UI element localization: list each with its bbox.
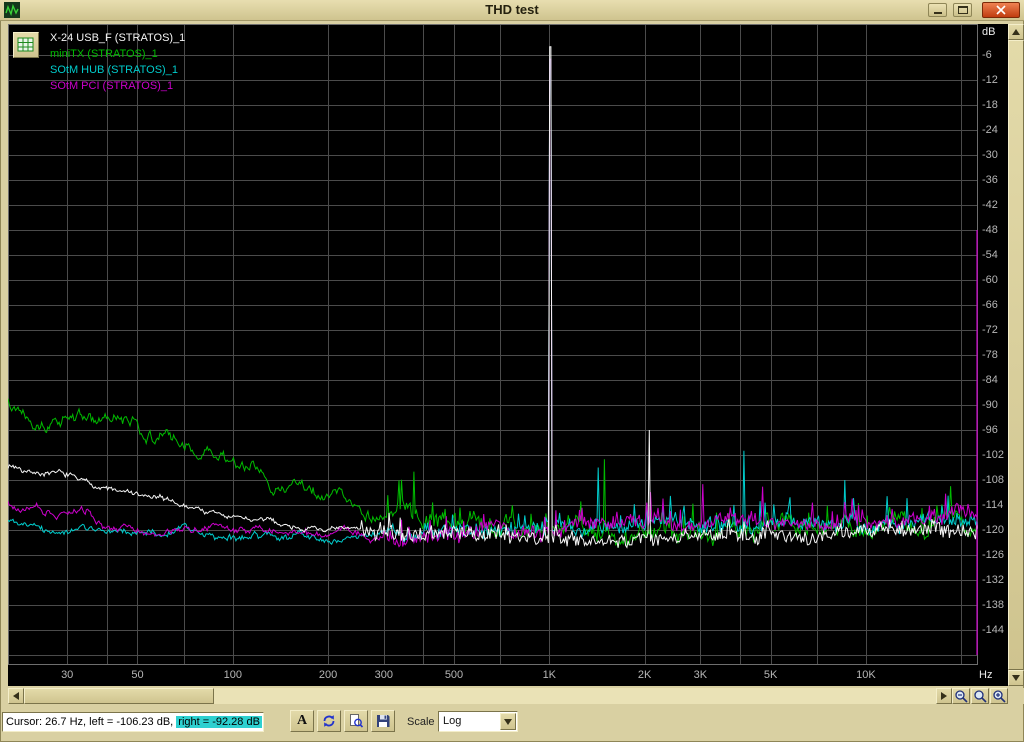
vertical-scroll-thumb[interactable] [1008, 40, 1024, 670]
magnifier-document-icon [348, 713, 364, 729]
y-tick-label: -84 [982, 374, 998, 386]
font-button[interactable]: A [290, 710, 314, 732]
maximize-button[interactable] [953, 3, 972, 17]
y-tick-label: -60 [982, 274, 998, 286]
y-tick-label: -144 [982, 624, 1004, 636]
zoom-reset-button[interactable] [971, 688, 989, 704]
x-tick-label: 300 [364, 669, 404, 681]
refresh-icon [321, 713, 337, 729]
chevron-down-icon[interactable] [500, 713, 516, 730]
minimize-button[interactable] [928, 3, 947, 17]
y-tick-label: -96 [982, 424, 998, 436]
grid-icon [17, 36, 35, 54]
window-title: THD test [0, 0, 1024, 20]
spectrum-chart[interactable] [8, 24, 978, 665]
minimize-icon [932, 5, 944, 15]
zoom-out-button[interactable] [952, 688, 970, 704]
floppy-disk-icon [375, 713, 391, 729]
horizontal-scrollbar[interactable] [8, 688, 952, 704]
close-button[interactable] [982, 2, 1020, 18]
x-tick-label: 200 [308, 669, 348, 681]
spectrum-plot-panel: dB -6 -12 -18 -24 -30 -36 -42 -48 -54 -60 -66 -72 -78… [8, 24, 1008, 686]
arrow-down-icon [1012, 675, 1020, 681]
app-window: { "window": { "title": "THD test" }, "le… [0, 0, 1024, 742]
y-tick-label: -138 [982, 599, 1004, 611]
scroll-up-button[interactable] [1008, 24, 1024, 40]
y-tick-label: -24 [982, 124, 998, 136]
cursor-readout-left: Cursor: 26.7 Hz, left = -106.23 dB, [6, 716, 176, 728]
zoom-preview-button[interactable] [344, 710, 368, 732]
y-tick-label: -120 [982, 524, 1004, 536]
cursor-readout-right: right = -92.28 dB [176, 716, 262, 728]
x-tick-label: 3K [680, 669, 720, 681]
y-tick-label: -90 [982, 399, 998, 411]
refresh-button[interactable] [317, 710, 341, 732]
arrow-up-icon [1012, 29, 1020, 35]
x-tick-label: 1K [529, 669, 569, 681]
scale-label: Scale [407, 712, 435, 732]
y-tick-label: -66 [982, 299, 998, 311]
y-tick-label: -54 [982, 249, 998, 261]
close-icon [995, 5, 1007, 15]
y-tick-label: -114 [982, 499, 1003, 511]
spectrum-table-button[interactable] [13, 32, 39, 58]
y-tick-label: -132 [982, 574, 1004, 586]
save-button[interactable] [371, 710, 395, 732]
arrow-left-icon [13, 692, 19, 700]
scroll-down-button[interactable] [1008, 670, 1024, 686]
x-tick-label: 10K [846, 669, 886, 681]
horizontal-scroll-thumb[interactable] [24, 688, 214, 704]
y-tick-label: -12 [982, 74, 998, 86]
y-tick-label: -78 [982, 349, 998, 361]
vertical-scrollbar[interactable] [1008, 24, 1024, 686]
magnifier-plus-icon [992, 689, 1007, 704]
arrow-right-icon [941, 692, 947, 700]
cursor-status-field: Cursor: 26.7 Hz, left = -106.23 dB, righ… [2, 712, 264, 732]
y-tick-label: -6 [982, 49, 992, 61]
x-axis-unit: Hz [979, 669, 992, 681]
magnifier-minus-icon [954, 689, 969, 704]
x-tick-label: 100 [213, 669, 253, 681]
x-tick-label: 500 [434, 669, 474, 681]
scale-select[interactable]: Log [438, 711, 518, 732]
zoom-in-button[interactable] [990, 688, 1008, 704]
x-tick-label: 50 [118, 669, 158, 681]
y-tick-label: -18 [982, 99, 998, 111]
titlebar: THD test [0, 0, 1024, 21]
x-tick-label: 5K [751, 669, 791, 681]
y-tick-label: -108 [982, 474, 1004, 486]
scroll-right-button[interactable] [936, 688, 952, 704]
y-tick-label: -126 [982, 549, 1004, 561]
x-tick-label: 2K [625, 669, 665, 681]
y-tick-label: -48 [982, 224, 998, 236]
y-tick-label: -72 [982, 324, 998, 336]
y-tick-label: -42 [982, 199, 998, 211]
magnifier-icon [973, 689, 988, 704]
x-tick-label: 30 [47, 669, 87, 681]
scrollbar-corner [1008, 688, 1024, 704]
scroll-left-button[interactable] [8, 688, 24, 704]
y-tick-label: -30 [982, 149, 998, 161]
y-tick-label: -36 [982, 174, 998, 186]
maximize-icon [957, 5, 969, 15]
y-axis-unit: dB [982, 26, 995, 38]
font-button-label: A [297, 713, 307, 729]
y-tick-label: -102 [982, 449, 1004, 461]
scale-value: Log [443, 712, 461, 731]
